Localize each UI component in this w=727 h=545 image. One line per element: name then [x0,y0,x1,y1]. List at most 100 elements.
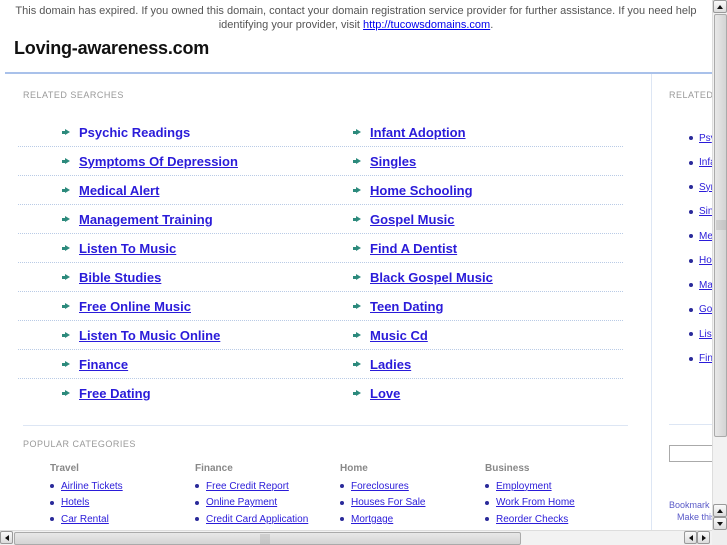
arrow-left-icon [688,534,693,541]
related-search-row: Listen To Music Find A Dentist [18,234,623,263]
sidebar-link[interactable]: Singles [699,206,712,217]
bullet-icon [689,356,693,361]
related-search-link[interactable]: Medical Alert [79,183,159,198]
arrow-right-icon [62,273,70,281]
tucows-link[interactable]: http://tucowsdomains.com [363,19,490,31]
related-search-item: Love [309,379,600,408]
category-link[interactable]: Credit Card Application [206,514,308,525]
related-search-link[interactable]: Black Gospel Music [370,270,493,285]
bullet-icon [689,136,693,141]
category-link[interactable]: Reorder Checks [496,514,568,525]
related-search-link[interactable]: Ladies [370,357,411,372]
sidebar-link[interactable]: Listen To Music [699,329,712,340]
related-search-item: Listen To Music Online [18,321,309,349]
category-item: Mortgage [340,511,485,528]
category-link[interactable]: Airline Tickets [61,481,123,492]
category-item: Free Credit Report [195,478,340,495]
related-searches-list: Psychic Readings Infant Adoption Symptoms … [18,118,623,408]
related-search-link[interactable]: Infant Adoption [370,125,466,140]
scroll-left-button-right[interactable] [684,531,697,544]
category-link[interactable]: Work From Home [496,497,575,508]
sidebar-link[interactable]: Medical Alert [699,231,712,242]
category-link[interactable]: Free Credit Report [206,481,289,492]
related-search-row: Finance Ladies [18,350,623,379]
category-link[interactable]: Mortgage [351,514,393,525]
sidebar-link[interactable]: Infant Adoption [699,157,712,168]
sidebar-link[interactable]: Home Schooling [699,255,712,266]
scroll-left-button[interactable] [0,531,13,544]
arrow-right-icon [62,390,70,397]
sidebar-link[interactable]: Symptoms Of Depression [699,182,712,193]
related-search-row: Symptoms Of Depression Singles [18,147,623,176]
related-search-link[interactable]: Symptoms Of Depression [79,154,238,169]
sidebar: RELATED SEARCHES Psychic Readings Infant … [651,74,712,530]
scroll-right-button[interactable] [697,531,710,544]
related-search-link[interactable]: Psychic Readings [79,125,190,140]
arrow-right-icon [353,360,361,368]
horizontal-scroll-thumb[interactable] [14,532,521,545]
related-search-link[interactable]: Love [370,386,400,401]
related-search-item: Music Cd [309,321,600,349]
category-item: Reorder Checks [485,511,630,528]
related-search-link[interactable]: Management Training [79,212,213,227]
arrow-up-icon [717,4,723,9]
category-title: Business [485,463,530,474]
category-link[interactable]: Online Payment [206,497,277,508]
site-title: Loving-awareness.com [14,38,210,58]
related-search-link[interactable]: Finance [79,357,128,372]
related-search-link[interactable]: Listen To Music Online [79,328,220,343]
category-item: Car Rental [50,511,195,528]
category-column: Home Foreclosures Houses For Sale Mortgage [340,463,485,528]
related-search-row: Bible Studies Black Gospel Music [18,263,623,292]
arrow-right-icon [62,215,70,223]
sidebar-item: Infant Adoption [689,151,712,176]
related-search-item: Management Training [18,205,309,233]
category-link[interactable]: Houses For Sale [351,497,425,508]
related-search-link[interactable]: Free Online Music [79,299,191,314]
related-search-link[interactable]: Singles [370,154,416,169]
related-search-link[interactable]: Listen To Music [79,241,176,256]
related-search-row: Free Dating Love [18,379,623,408]
related-search-link[interactable]: Music Cd [370,328,428,343]
bullet-icon [50,517,54,522]
sidebar-item: Home Schooling [689,249,712,274]
bullet-icon [340,517,344,522]
category-item: Work From Home [485,495,630,512]
category-item: Hotels [50,495,195,512]
bullet-icon [485,500,489,505]
category-link[interactable]: Foreclosures [351,481,409,492]
related-search-row: Management Training Gospel Music [18,205,623,234]
related-search-link[interactable]: Home Schooling [370,183,473,198]
sidebar-link[interactable]: Psychic Readings [699,133,712,144]
related-search-link[interactable]: Free Dating [79,386,151,401]
arrow-right-icon [353,157,361,165]
vertical-scroll-thumb[interactable] [714,14,727,437]
related-search-link[interactable]: Gospel Music [370,212,455,227]
sidebar-search-input[interactable] [669,445,712,462]
related-search-item: Gospel Music [309,205,600,233]
scroll-down-button[interactable] [713,517,727,530]
popular-categories: Travel Airline Tickets Hotels Car Rental Fin… [50,463,630,528]
bullet-icon [50,484,54,489]
sidebar-link[interactable]: Finance [699,353,712,364]
related-searches-label: RELATED SEARCHES [23,90,124,100]
category-link[interactable]: Employment [496,481,552,492]
make-homepage-link[interactable]: Make this your homepage [677,512,712,522]
related-search-link[interactable]: Find A Dentist [370,241,457,256]
bullet-icon [195,484,199,489]
bookmark-link[interactable]: Bookmark this page [669,500,712,510]
related-search-link[interactable]: Teen Dating [370,299,443,314]
arrow-right-icon [353,186,361,194]
horizontal-scrollbar[interactable] [0,530,712,545]
scroll-up-button[interactable] [713,0,727,13]
scroll-up-button-lower[interactable] [713,504,727,517]
related-search-link[interactable]: Bible Studies [79,270,161,285]
sidebar-link[interactable]: Gospel Music [699,304,712,315]
vertical-scrollbar[interactable] [712,0,727,530]
sidebar-link[interactable]: Management Training [699,280,712,291]
related-search-item: Free Dating [18,379,309,408]
related-search-row: Listen To Music Online Music Cd [18,321,623,350]
sidebar-divider [669,424,712,425]
category-link[interactable]: Hotels [61,497,89,508]
category-link[interactable]: Car Rental [61,514,109,525]
